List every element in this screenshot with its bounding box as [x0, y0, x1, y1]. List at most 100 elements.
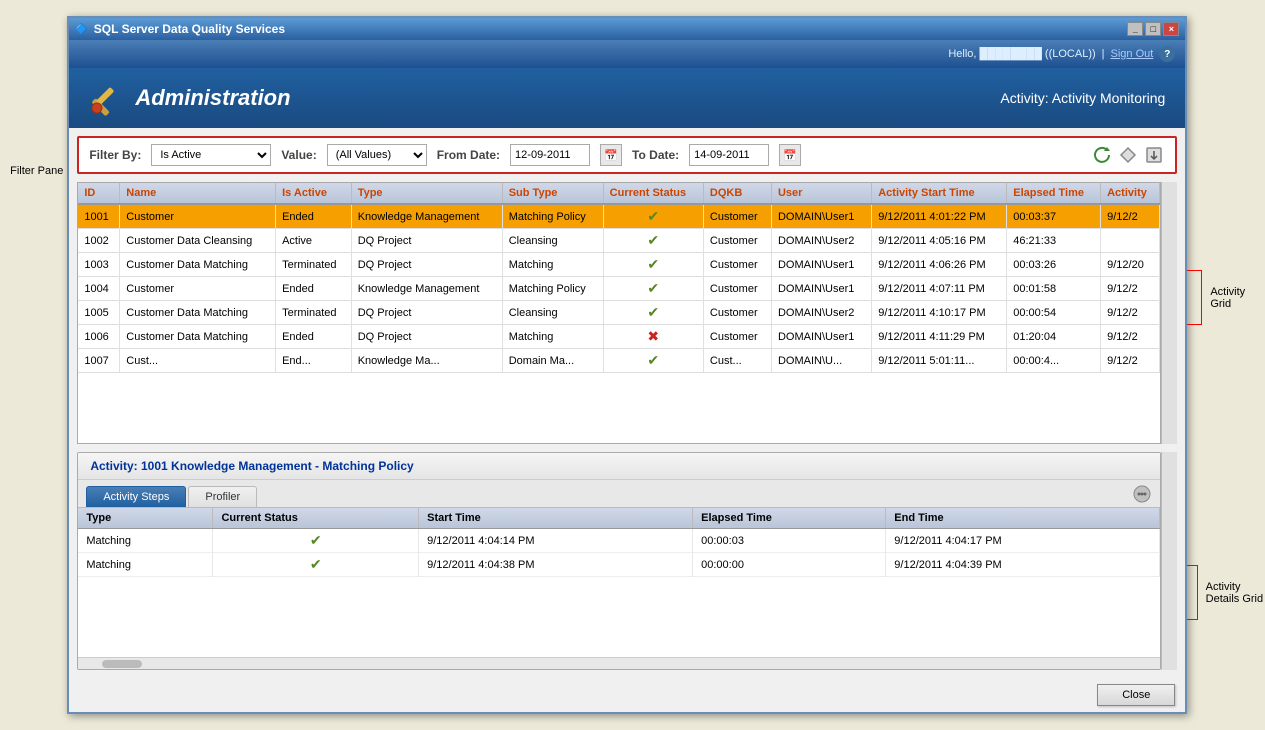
- dcell-elapsed: 00:00:00: [693, 553, 886, 577]
- cell-dqkb: Cust...: [703, 349, 771, 373]
- dcell-status: ✔: [213, 553, 419, 577]
- cell-id: 1007: [78, 349, 119, 373]
- cell-status: ✖: [603, 325, 703, 349]
- tab-activity-steps[interactable]: Activity Steps: [86, 486, 186, 507]
- col-activity: Activity: [1101, 183, 1160, 204]
- activity-grid-label: Activity Grid: [1187, 270, 1265, 325]
- status-check-icon: ✔: [647, 304, 659, 320]
- user-info: Hello, ████████ ((LOCAL)): [948, 48, 1095, 60]
- cell-start: 9/12/2011 4:10:17 PM: [872, 301, 1007, 325]
- user-bar: Hello, ████████ ((LOCAL)) | Sign Out ?: [69, 40, 1185, 68]
- cell-activity: 9/12/2: [1101, 301, 1160, 325]
- close-button[interactable]: Close: [1097, 684, 1175, 706]
- from-date-input[interactable]: [510, 144, 590, 166]
- help-icon[interactable]: ?: [1159, 46, 1175, 62]
- cell-name: Customer: [120, 204, 276, 229]
- cell-subtype: Cleansing: [502, 301, 603, 325]
- pipe-separator: |: [1102, 48, 1105, 60]
- dcol-end: End Time: [886, 508, 1160, 529]
- cell-subtype: Matching Policy: [502, 204, 603, 229]
- stop-button[interactable]: [1117, 144, 1139, 166]
- cell-subtype: Matching Policy: [502, 277, 603, 301]
- cell-elapsed: 01:20:04: [1007, 325, 1101, 349]
- col-subtype: Sub Type: [502, 183, 603, 204]
- col-name: Name: [120, 183, 276, 204]
- activity-grid-scrollbar[interactable]: [1161, 182, 1177, 444]
- maximize-button[interactable]: □: [1145, 22, 1161, 36]
- details-table-row[interactable]: Matching ✔ 9/12/2011 4:04:38 PM 00:00:00…: [78, 553, 1160, 577]
- status-cross-icon: ✖: [647, 328, 659, 344]
- bottom-bar: Close: [69, 678, 1185, 712]
- activity-monitoring-title: Activity: Activity Monitoring: [1000, 90, 1165, 106]
- window-title: SQL Server Data Quality Services: [94, 22, 285, 36]
- main-content: Filter By: Is Active Value: (All Values)…: [69, 128, 1185, 678]
- col-type: Type: [351, 183, 502, 204]
- value-label: Value:: [281, 148, 316, 162]
- minimize-button[interactable]: _: [1127, 22, 1143, 36]
- cell-dqkb: Customer: [703, 229, 771, 253]
- cell-dqkb: Customer: [703, 325, 771, 349]
- table-row[interactable]: 1002 Customer Data Cleansing Active DQ P…: [78, 229, 1160, 253]
- table-row[interactable]: 1001 Customer Ended Knowledge Management…: [78, 204, 1160, 229]
- dcell-end: 9/12/2011 4:04:39 PM: [886, 553, 1160, 577]
- col-status: Current Status: [603, 183, 703, 204]
- cell-isactive: Terminated: [276, 253, 352, 277]
- cell-user: DOMAIN\User1: [771, 253, 871, 277]
- cell-name: Customer Data Cleansing: [120, 229, 276, 253]
- cell-isactive: Active: [276, 229, 352, 253]
- details-table-row[interactable]: Matching ✔ 9/12/2011 4:04:14 PM 00:00:03…: [78, 529, 1160, 553]
- cell-name: Customer Data Matching: [120, 301, 276, 325]
- cell-status: ✔: [603, 349, 703, 373]
- cell-start: 9/12/2011 4:07:11 PM: [872, 277, 1007, 301]
- refresh-button[interactable]: [1091, 144, 1113, 166]
- status-check-icon: ✔: [647, 232, 659, 248]
- admin-title: Administration: [135, 85, 290, 111]
- table-row[interactable]: 1004 Customer Ended Knowledge Management…: [78, 277, 1160, 301]
- export-button[interactable]: [1143, 144, 1165, 166]
- table-row[interactable]: 1006 Customer Data Matching Ended DQ Pro…: [78, 325, 1160, 349]
- cell-activity: 9/12/2: [1101, 204, 1160, 229]
- details-grid: Type Current Status Start Time Elapsed T…: [78, 508, 1160, 577]
- activity-grid: ID Name Is Active Type Sub Type Current …: [77, 182, 1161, 444]
- dcell-start: 9/12/2011 4:04:38 PM: [419, 553, 693, 577]
- dcell-status: ✔: [213, 529, 419, 553]
- details-scrollbar[interactable]: [1161, 452, 1177, 670]
- cell-user: DOMAIN\U...: [771, 349, 871, 373]
- close-window-button[interactable]: ×: [1163, 22, 1179, 36]
- activity-details-section: Activity: 1001 Knowledge Management - Ma…: [77, 452, 1161, 670]
- cell-id: 1001: [78, 204, 119, 229]
- cell-elapsed: 46:21:33: [1007, 229, 1101, 253]
- status-check-icon: ✔: [310, 532, 322, 548]
- cell-start: 9/12/2011 4:06:26 PM: [872, 253, 1007, 277]
- from-date-calendar-button[interactable]: 📅: [600, 144, 622, 166]
- filter-by-select[interactable]: Is Active: [151, 144, 271, 166]
- filter-pane-label: Filter Pane: [10, 165, 63, 177]
- cell-user: DOMAIN\User1: [771, 325, 871, 349]
- value-select[interactable]: (All Values): [327, 144, 427, 166]
- cell-id: 1002: [78, 229, 119, 253]
- cell-type: DQ Project: [351, 229, 502, 253]
- tab-profiler[interactable]: Profiler: [188, 486, 257, 507]
- from-date-label: From Date:: [437, 148, 500, 162]
- dcell-elapsed: 00:00:03: [693, 529, 886, 553]
- to-date-input[interactable]: [689, 144, 769, 166]
- cell-elapsed: 00:00:54: [1007, 301, 1101, 325]
- cell-subtype: Cleansing: [502, 229, 603, 253]
- cell-isactive: Ended: [276, 277, 352, 301]
- table-row[interactable]: 1007 Cust... End... Knowledge Ma... Doma…: [78, 349, 1160, 373]
- table-row[interactable]: 1003 Customer Data Matching Terminated D…: [78, 253, 1160, 277]
- cell-activity: 9/12/2: [1101, 349, 1160, 373]
- dcol-status: Current Status: [213, 508, 419, 529]
- table-row[interactable]: 1005 Customer Data Matching Terminated D…: [78, 301, 1160, 325]
- to-date-calendar-button[interactable]: 📅: [779, 144, 801, 166]
- activity-details-label: Activity Details Grid: [1187, 565, 1265, 620]
- status-check-icon: ✔: [647, 280, 659, 296]
- dcol-type: Type: [78, 508, 213, 529]
- cell-isactive: Ended: [276, 325, 352, 349]
- cell-name: Customer Data Matching: [120, 325, 276, 349]
- col-dqkb: DQKB: [703, 183, 771, 204]
- filter-by-label: Filter By:: [89, 148, 141, 162]
- cell-type: DQ Project: [351, 325, 502, 349]
- cell-dqkb: Customer: [703, 204, 771, 229]
- sign-out-link[interactable]: Sign Out: [1111, 48, 1154, 60]
